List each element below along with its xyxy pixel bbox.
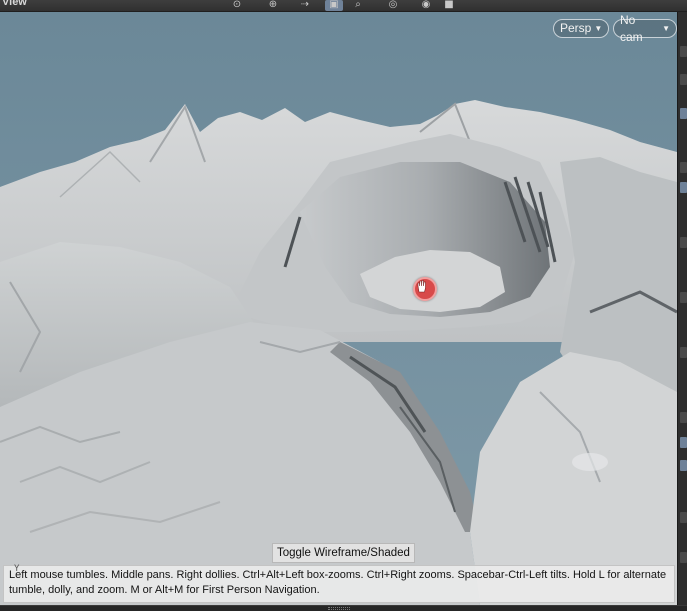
pane-bottom-strip [0,605,687,611]
shelf-tool-icon[interactable] [680,460,687,471]
camera-label: No cam [620,12,643,44]
shelf-tool-icon[interactable] [680,412,687,423]
axis-gizmo-label: Y [14,564,20,574]
viewer-toolbar: View ⊙ ⊕ ⇢ ▣ ⌕ ◎ ◉ ■ [0,0,687,12]
select-tool-icon[interactable]: ⊙ [228,0,246,11]
shelf-tool-icon[interactable] [680,512,687,523]
scene-viewport[interactable]: Persp ▼ No cam ▼ Toggle Wireframe/Shaded… [0,12,677,605]
shelf-tool-icon[interactable] [680,237,687,248]
shelf-tool-icon[interactable] [680,74,687,85]
chevron-down-icon: ▼ [662,24,670,33]
pose-tool-icon[interactable]: ◎ [384,0,402,11]
wireframe-shaded-tooltip: Toggle Wireframe/Shaded [272,543,415,563]
shelf-tool-icon[interactable] [680,347,687,358]
persp-view-menu[interactable]: Persp ▼ [553,19,610,38]
shelf-tool-icon[interactable] [680,552,687,563]
shelf-tool-icon[interactable] [680,162,687,173]
snap-icon[interactable]: ◉ [417,0,435,11]
pane-title: View [2,0,27,8]
render-icon[interactable]: ■ [440,0,458,11]
shelf-tool-icon[interactable] [680,46,687,57]
hand-icon [413,277,437,301]
viewport-help-bar: Left mouse tumbles. Middle pans. Right d… [3,565,675,603]
transform-tool-icon[interactable]: ⊕ [264,0,282,11]
persp-view-label: Persp [560,21,592,35]
zoom-tool-icon[interactable]: ⌕ [349,0,367,11]
navigation-help-text: Left mouse tumbles. Middle pans. Right d… [9,569,667,596]
shelf-tool-icon[interactable] [680,292,687,303]
view-tool-icon[interactable]: ▣ [325,0,343,11]
camera-menu[interactable]: No cam ▼ [613,13,677,44]
shelf-tool-icon[interactable] [680,437,687,448]
shelf-tool-icon[interactable] [680,108,687,119]
shelf-tool-icon[interactable] [680,182,687,193]
resize-grip-icon[interactable] [328,607,350,610]
display-options-shelf [677,12,687,605]
handle-tool-icon[interactable]: ⇢ [296,0,314,11]
terrain-render [0,12,677,605]
chevron-down-icon: ▼ [594,24,603,33]
